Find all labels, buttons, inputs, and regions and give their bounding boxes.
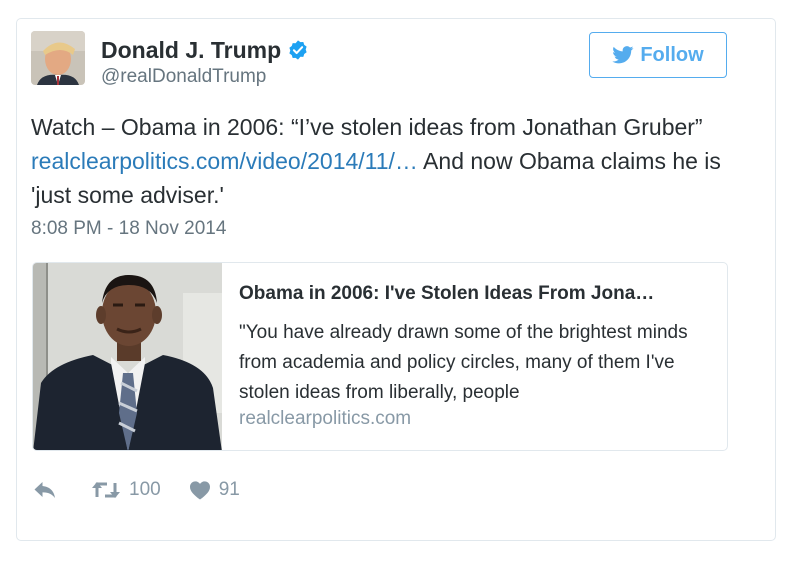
link-preview-description: "You have already drawn some of the brig… xyxy=(239,322,688,402)
tweet-actions: 100 91 xyxy=(33,475,240,505)
author-handle[interactable]: @realDonaldTrump xyxy=(101,66,266,88)
retweet-button[interactable]: 100 xyxy=(91,479,161,501)
link-preview-thumbnail xyxy=(33,263,222,450)
tweet-text: Watch – Obama in 2006: “I’ve stolen idea… xyxy=(31,110,731,212)
twitter-bird-icon xyxy=(612,46,634,64)
tweet-text-part-1: Watch – Obama in 2006: “I’ve stolen idea… xyxy=(31,114,703,140)
link-preview-card[interactable]: Obama in 2006: I've Stolen Ideas From Jo… xyxy=(32,262,728,451)
like-count: 91 xyxy=(218,479,240,500)
author-name: Donald J. Trump xyxy=(101,37,282,63)
display-name[interactable]: Donald J. Trump xyxy=(101,37,309,64)
link-preview-title: Obama in 2006: I've Stolen Ideas From Jo… xyxy=(239,283,655,304)
retweet-icon xyxy=(92,482,120,498)
verified-badge-icon xyxy=(289,40,307,60)
heart-icon xyxy=(189,481,210,500)
follow-label: Follow xyxy=(640,43,704,66)
avatar[interactable] xyxy=(31,31,85,85)
retweet-count: 100 xyxy=(129,479,161,500)
reply-icon xyxy=(34,482,55,498)
tweet-timestamp[interactable]: 8:08 PM - 18 Nov 2014 xyxy=(31,218,226,240)
follow-button[interactable]: Follow xyxy=(589,32,727,78)
tweet-link[interactable]: realclearpolitics.com/video/2014/11/… xyxy=(31,148,418,174)
link-preview-domain: realclearpolitics.com xyxy=(239,408,412,429)
like-button[interactable]: 91 xyxy=(189,479,240,501)
reply-button[interactable] xyxy=(33,480,57,500)
